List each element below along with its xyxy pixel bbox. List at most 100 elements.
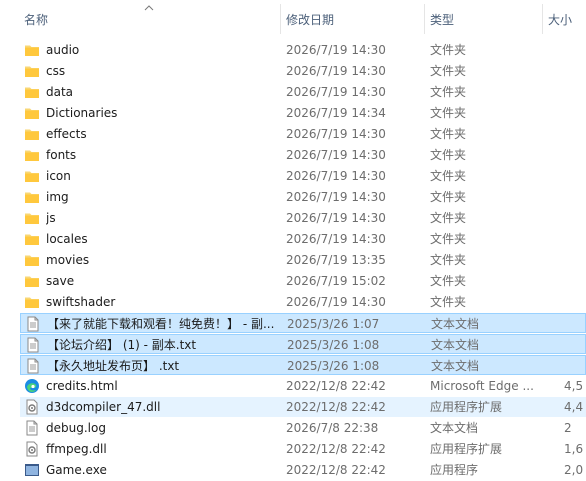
- column-divider[interactable]: [280, 4, 281, 34]
- file-name: locales: [46, 232, 88, 246]
- file-name: ffmpeg.dll: [46, 442, 107, 456]
- file-row[interactable]: js 2026/7/19 14:30 文件夹: [20, 208, 586, 228]
- column-size-header[interactable]: 大小: [544, 0, 586, 34]
- file-type: 文件夹: [430, 274, 467, 288]
- file-type: 文件夹: [430, 253, 467, 267]
- folder-icon: [24, 210, 40, 226]
- file-size: [564, 40, 586, 60]
- dll-file-icon: [24, 399, 40, 415]
- file-size: [564, 187, 586, 207]
- file-name: audio: [46, 43, 80, 57]
- file-date: 2022/12/8 22:42: [286, 379, 386, 393]
- folder-icon: [24, 42, 40, 58]
- file-name: data: [46, 85, 74, 99]
- file-name: 【来了就能下载和观看！纯免费！】 - 副...: [47, 317, 275, 331]
- file-row[interactable]: icon 2026/7/19 14:30 文件夹: [20, 166, 586, 186]
- file-size: [565, 335, 586, 355]
- file-name: credits.html: [46, 379, 118, 393]
- file-date: 2026/7/19 14:30: [286, 211, 386, 225]
- file-size: [564, 145, 586, 165]
- column-date-header[interactable]: 修改日期: [282, 0, 422, 34]
- folder-icon: [24, 252, 40, 268]
- file-name: effects: [46, 127, 87, 141]
- file-row[interactable]: 【来了就能下载和观看！纯免费！】 - 副... 2025/3/26 1:07 文本文…: [20, 313, 586, 333]
- dll-file-icon: [24, 441, 40, 457]
- file-type: Microsoft Edge ...: [430, 379, 534, 393]
- folder-icon: [24, 105, 40, 121]
- file-row[interactable]: credits.html 2022/12/8 22:42 Microsoft Edg…: [20, 376, 586, 396]
- file-date: 2026/7/19 15:02: [286, 274, 386, 288]
- file-type: 文件夹: [430, 169, 467, 183]
- file-row[interactable]: ffmpeg.dll 2022/12/8 22:42 应用程序扩展 1,6: [20, 439, 586, 459]
- folder-icon: [24, 231, 40, 247]
- file-name: 【论坛介绍】 (1) - 副本.txt: [47, 338, 197, 352]
- exe-icon: [24, 462, 40, 478]
- file-type: 文本文档: [431, 338, 480, 352]
- file-size: [564, 166, 586, 186]
- file-size: [564, 82, 586, 102]
- folder-icon: [24, 273, 40, 289]
- file-type: 文件夹: [430, 106, 467, 120]
- file-row[interactable]: data 2026/7/19 14:30 文件夹: [20, 82, 586, 102]
- file-row[interactable]: Dictionaries 2026/7/19 14:34 文件夹: [20, 103, 586, 123]
- file-size: [565, 314, 586, 334]
- column-type-header[interactable]: 类型: [426, 0, 540, 34]
- file-date: 2026/7/19 14:30: [286, 232, 386, 246]
- file-size: [564, 208, 586, 228]
- file-date: 2025/3/26 1:08: [287, 338, 380, 352]
- file-row[interactable]: fonts 2026/7/19 14:30 文件夹: [20, 145, 586, 165]
- file-size: [564, 124, 586, 144]
- folder-icon: [24, 147, 40, 163]
- file-row[interactable]: locales 2026/7/19 14:30 文件夹: [20, 229, 586, 249]
- file-row[interactable]: swiftshader 2026/7/19 14:30 文件夹: [20, 292, 586, 312]
- file-name: save: [46, 274, 75, 288]
- file-date: 2025/3/26 1:07: [287, 317, 380, 331]
- file-row[interactable]: effects 2026/7/19 14:30 文件夹: [20, 124, 586, 144]
- file-row[interactable]: img 2026/7/19 14:30 文件夹: [20, 187, 586, 207]
- file-size: [564, 271, 586, 291]
- file-size: [564, 292, 586, 312]
- text-file-icon: [25, 358, 41, 374]
- file-row[interactable]: d3dcompiler_47.dll 2022/12/8 22:42 应用程序扩展 4…: [20, 397, 586, 417]
- file-type: 文件夹: [430, 295, 467, 309]
- file-row[interactable]: Game.exe 2022/12/8 22:42 应用程序 2,0: [20, 460, 586, 480]
- folder-icon: [24, 84, 40, 100]
- folder-icon: [24, 294, 40, 310]
- folder-icon: [24, 63, 40, 79]
- file-name: Dictionaries: [46, 106, 118, 120]
- text-file-icon: [25, 316, 41, 332]
- file-date: 2026/7/19 14:30: [286, 169, 386, 183]
- file-type: 文件夹: [430, 190, 467, 204]
- column-name-header[interactable]: 名称: [20, 0, 280, 34]
- file-date: 2026/7/19 14:34: [286, 106, 386, 120]
- file-date: 2026/7/19 13:35: [286, 253, 386, 267]
- file-row[interactable]: movies 2026/7/19 13:35 文件夹: [20, 250, 586, 270]
- file-name: debug.log: [46, 421, 106, 435]
- file-size: 4,4: [564, 400, 584, 414]
- file-row[interactable]: css 2026/7/19 14:30 文件夹: [20, 61, 586, 81]
- file-row[interactable]: 【永久地址发布页】 .txt 2025/3/26 1:08 文本文档: [20, 355, 586, 375]
- file-date: 2026/7/19 14:30: [286, 43, 386, 57]
- column-divider[interactable]: [542, 4, 543, 34]
- file-size: 1,6: [564, 442, 584, 456]
- file-size: 2,0: [564, 463, 584, 477]
- file-type: 文本文档: [431, 317, 480, 331]
- file-name: swiftshader: [46, 295, 116, 309]
- edge-icon: [24, 378, 40, 394]
- file-type: 文本文档: [430, 421, 479, 435]
- file-date: 2022/12/8 22:42: [286, 400, 386, 414]
- file-type: 文件夹: [430, 148, 467, 162]
- folder-icon: [24, 189, 40, 205]
- file-row[interactable]: 【论坛介绍】 (1) - 副本.txt 2025/3/26 1:08 文本文档: [20, 334, 586, 354]
- file-name: d3dcompiler_47.dll: [46, 400, 161, 414]
- file-row[interactable]: audio 2026/7/19 14:30 文件夹: [20, 40, 586, 60]
- file-type: 文本文档: [431, 359, 480, 373]
- file-name: img: [46, 190, 69, 204]
- file-row[interactable]: debug.log 2026/7/8 22:38 文本文档 2: [20, 418, 586, 438]
- column-divider[interactable]: [424, 4, 425, 34]
- file-type: 应用程序扩展: [430, 400, 503, 414]
- file-type: 文件夹: [430, 211, 467, 225]
- file-size: [564, 103, 586, 123]
- file-date: 2026/7/19 14:30: [286, 295, 386, 309]
- file-row[interactable]: save 2026/7/19 15:02 文件夹: [20, 271, 586, 291]
